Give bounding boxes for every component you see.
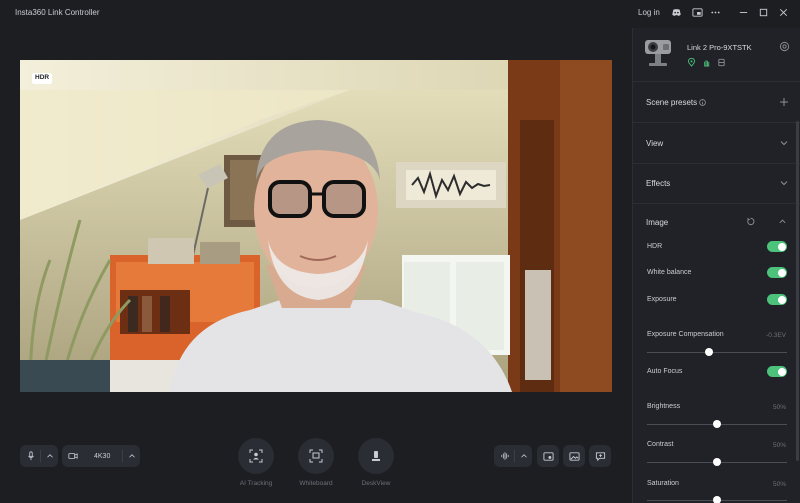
camera-settings-button[interactable] (537, 445, 559, 467)
exposure-toggle[interactable] (767, 294, 787, 305)
camera-feed-image (20, 60, 612, 392)
device-name: Link 2 Pro-9XTSTK (687, 43, 752, 52)
device-card: Link 2 Pro-9XTSTK (633, 28, 800, 82)
exposure-compensation-slider[interactable] (647, 348, 787, 356)
chevron-up-icon[interactable] (519, 451, 529, 461)
panel-scrollbar[interactable] (796, 121, 799, 461)
gesture-hand-icon[interactable] (702, 58, 711, 67)
main-area: HDR 4K30 AI Tracking Whiteboard DeskView (0, 28, 632, 503)
location-pin-icon[interactable] (687, 58, 696, 67)
exposure-compensation-label: Exposure Compensation (647, 331, 724, 338)
brightness-label: Brightness (647, 403, 681, 410)
saturation-value: 50% (772, 481, 786, 488)
slider-knob[interactable] (704, 348, 713, 356)
saturation-label: Saturation (647, 480, 679, 487)
screenshot-button[interactable] (563, 445, 585, 467)
deskview-button[interactable] (358, 438, 394, 474)
deskview-icon (372, 451, 380, 461)
audio-settings-control[interactable] (494, 445, 532, 467)
microphone-control[interactable] (20, 445, 58, 467)
contrast-value: 50% (772, 442, 786, 449)
effects-section[interactable]: Effects (633, 164, 800, 204)
title-bar: Insta360 Link Controller Log in (0, 0, 800, 28)
slider-knob[interactable] (713, 458, 721, 466)
add-preset-icon[interactable] (779, 97, 789, 107)
resolution-label: 4K30 (94, 452, 111, 460)
camera-resolution-control[interactable]: 4K30 (62, 445, 140, 467)
ai-tracking-button[interactable] (238, 438, 274, 474)
microphone-icon (28, 451, 34, 461)
ai-tracking-icon (249, 449, 263, 463)
video-camera-icon (68, 453, 78, 459)
camera-settings-icon (542, 451, 554, 461)
view-section[interactable]: View (633, 124, 800, 164)
close-icon[interactable] (776, 5, 790, 19)
info-icon[interactable] (699, 99, 706, 106)
image-icon (568, 451, 580, 461)
exposure-label: Exposure (647, 296, 677, 303)
hdr-badge: HDR (32, 73, 53, 84)
auto-focus-label: Auto Focus (647, 368, 683, 375)
scene-presets-section[interactable]: Scene presets (633, 83, 800, 123)
settings-panel: Link 2 Pro-9XTSTK Scene presets View Eff… (632, 28, 800, 503)
audio-waveform-icon (501, 452, 509, 460)
picture-in-picture-icon[interactable] (690, 5, 704, 19)
effects-label: Effects (646, 179, 671, 188)
login-link[interactable]: Log in (638, 8, 660, 17)
white-balance-label: White balance (647, 269, 692, 276)
exposure-compensation-value: -0.3EV (766, 332, 786, 339)
more-icon[interactable] (708, 5, 722, 19)
camera-preview[interactable]: HDR (20, 60, 612, 392)
view-label: View (646, 139, 664, 148)
contrast-slider[interactable] (647, 458, 787, 466)
image-section-header[interactable]: Image (633, 204, 800, 234)
slider-knob[interactable] (713, 496, 721, 503)
hdr-label: HDR (647, 243, 663, 250)
white-balance-toggle[interactable] (767, 267, 787, 278)
chevron-down-icon[interactable] (779, 138, 789, 148)
app-title: Insta360 Link Controller (15, 8, 100, 17)
camera-device-icon (645, 40, 671, 66)
discord-icon[interactable] (669, 5, 683, 19)
chevron-up-icon[interactable] (45, 451, 55, 461)
chevron-down-icon[interactable] (779, 178, 789, 188)
privacy-mode-icon[interactable] (717, 58, 726, 67)
whiteboard-button[interactable] (298, 438, 334, 474)
scene-presets-label: Scene presets (646, 98, 698, 107)
image-label: Image (646, 218, 669, 227)
reset-icon[interactable] (746, 217, 755, 226)
minimize-icon[interactable] (736, 5, 750, 19)
maximize-icon[interactable] (756, 5, 770, 19)
brightness-slider[interactable] (647, 420, 787, 428)
brightness-value: 50% (772, 404, 786, 411)
hdr-toggle[interactable] (767, 241, 787, 252)
message-button[interactable] (589, 445, 611, 467)
chat-bubble-icon (595, 451, 605, 461)
saturation-slider[interactable] (647, 496, 787, 503)
slider-knob[interactable] (713, 420, 721, 428)
whiteboard-icon (309, 449, 323, 463)
contrast-label: Contrast (647, 441, 674, 448)
deskview-label: DeskView (361, 480, 391, 487)
chevron-up-icon[interactable] (778, 217, 787, 226)
chevron-up-icon[interactable] (127, 451, 137, 461)
device-settings-icon[interactable] (779, 41, 790, 52)
auto-focus-toggle[interactable] (767, 366, 787, 377)
